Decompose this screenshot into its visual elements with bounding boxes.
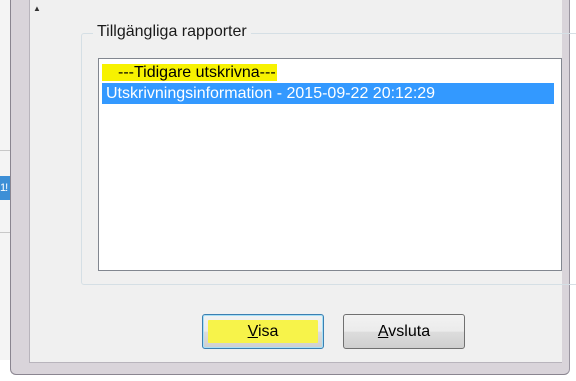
list-item-label: ---Tidigare utskrivna--- (102, 64, 277, 81)
avsluta-button[interactable]: Avsluta (343, 314, 465, 349)
background-selected-cell: 1! (0, 176, 10, 200)
visa-button[interactable]: Visa (202, 314, 324, 349)
avsluta-button-label-rest: vsluta (388, 323, 431, 340)
dialog-client-area: ▲ Tillgängliga rapporter ---Tidigare uts… (30, 0, 576, 362)
scroll-up-arrow-icon[interactable]: ▲ (33, 4, 41, 13)
list-item-group-header: ---Tidigare utskrivna--- (102, 62, 277, 83)
reports-group-title: Tillgängliga rapporter (93, 22, 251, 42)
visa-button-label: Visa (248, 323, 279, 340)
avsluta-button-mnemonic: A (377, 323, 389, 340)
background-grid-line (0, 150, 10, 151)
avsluta-button-label: Avsluta (378, 323, 430, 340)
visa-button-label-rest: isa (257, 323, 279, 340)
list-item-label: Utskrivningsinformation - 2015-09-22 20:… (106, 85, 436, 102)
visa-button-mnemonic: V (247, 323, 258, 340)
list-item-report[interactable]: Utskrivningsinformation - 2015-09-22 20:… (102, 83, 554, 104)
screenshot-stage: 1! ▲ Tillgängliga rapporter ---Tidigare … (0, 0, 576, 381)
background-grid-line (0, 232, 10, 233)
reports-listbox[interactable]: ---Tidigare utskrivna--- Utskrivningsinf… (98, 58, 562, 271)
background-app-sliver: 1! (0, 0, 10, 360)
frame-inner-edge-bottom (29, 362, 562, 363)
